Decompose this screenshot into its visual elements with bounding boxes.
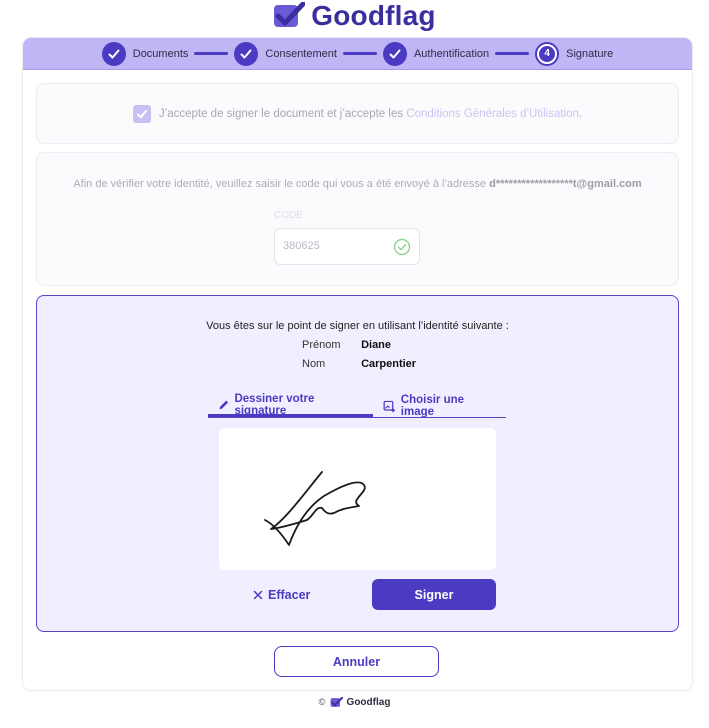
first-name-value: Diane [361,339,392,351]
step-label: Documents [132,47,189,60]
code-value: 380625 [283,240,320,252]
consent-checkbox[interactable] [132,104,151,123]
cgu-link[interactable]: Conditions Générales d’Utilisation [406,108,579,120]
step-number-badge: 4 [535,41,560,66]
step-signature: 4 Signature [535,41,614,66]
pencil-icon [219,400,229,409]
footer: © Goodflag [0,695,709,709]
last-name-row: Nom Carpentier [302,358,416,370]
image-upload-icon [383,400,396,412]
identity-intro: Vous êtes sur le point de signer en util… [206,320,509,332]
signature-panel: Vous êtes sur le point de signer en util… [36,295,679,632]
check-icon [101,41,126,66]
step-label: Consentement [265,47,337,60]
first-name-label: Prénom [302,339,341,351]
step-connector [495,52,530,55]
cancel-button[interactable]: Annuler [274,646,439,677]
verification-box: Afin de vérifier votre identité, veuille… [36,152,679,286]
goodflag-logo-icon [274,2,306,27]
goodflag-logo-icon [330,696,343,707]
checkmark-icon [136,109,147,118]
drawn-signature [264,471,366,546]
clear-button[interactable]: Effacer [253,588,310,602]
step-authentification[interactable]: Authentification [382,41,490,66]
step-connector [342,52,377,55]
code-input[interactable]: 380625 [274,228,420,265]
copyright-symbol: © [318,696,326,708]
check-icon [234,41,259,66]
step-label: Signature [566,47,614,60]
code-label: CODE [274,210,303,221]
brand-logo: Goodflag [0,0,709,32]
tab-draw-signature[interactable]: Dessiner votre signature [208,393,374,417]
first-name-row: Prénom Diane [302,339,391,351]
close-icon [253,590,263,600]
sign-button[interactable]: Signer [372,579,496,610]
progress-stepper: Documents Consentement Authentification … [23,38,692,70]
check-circle-icon [393,238,411,256]
footer-brand: Goodflag [346,696,391,708]
masked-email: d******************t@gmail.com [489,178,642,190]
step-consentement[interactable]: Consentement [234,41,337,66]
signature-card: Documents Consentement Authentification … [23,38,692,690]
check-icon [382,41,407,66]
tab-choose-image[interactable]: Choisir une image [373,394,506,418]
consent-box: J’accepte de signer le document et j’acc… [36,83,679,144]
step-label: Authentification [413,47,490,60]
consent-label: J’accepte de signer le document et j’acc… [158,107,583,120]
step-documents[interactable]: Documents [101,41,189,66]
step-number: 4 [539,45,556,62]
brand-name: Goodflag [311,0,436,31]
last-name-value: Carpentier [361,358,417,370]
verification-instructions: Afin de vérifier votre identité, veuille… [73,178,642,190]
signature-canvas[interactable] [219,428,496,570]
last-name-label: Nom [302,358,326,370]
step-connector [194,52,229,55]
signature-tabs: Dessiner votre signature Choisir une ima… [208,393,506,418]
